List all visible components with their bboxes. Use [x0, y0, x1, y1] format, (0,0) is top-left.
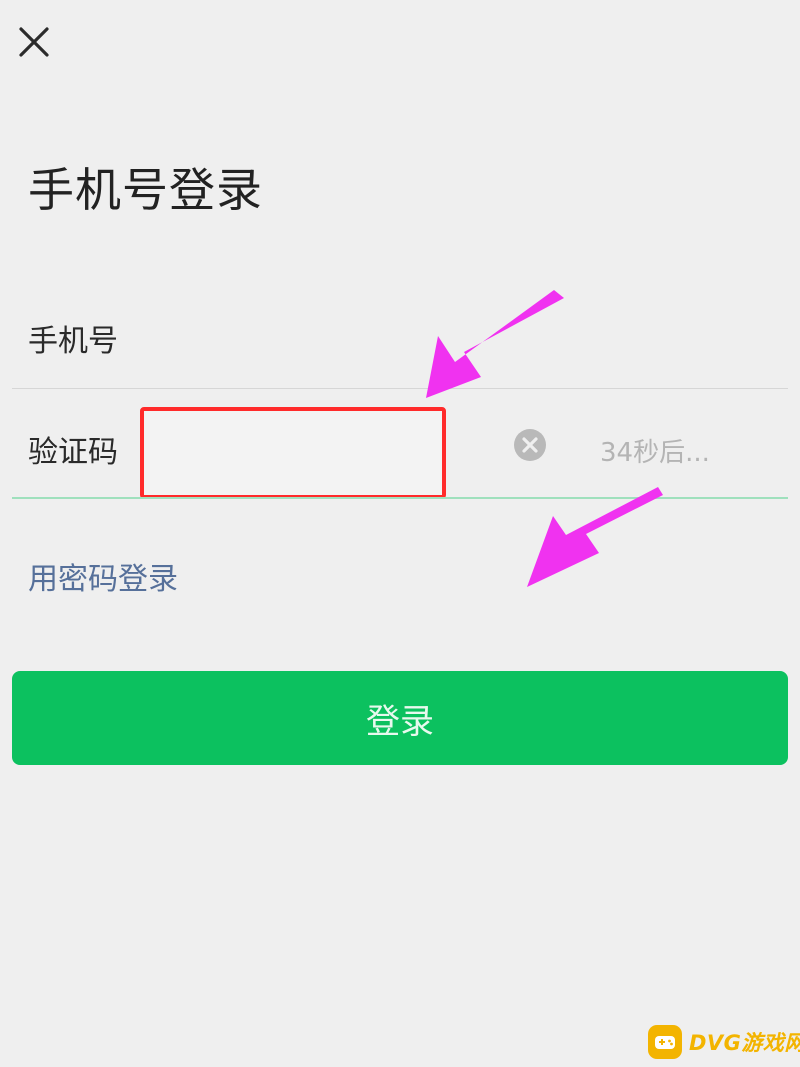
phone-label: 手机号 — [28, 324, 118, 359]
watermark-text: DVG游戏网 — [689, 1031, 800, 1055]
page-title: 手机号登录 — [28, 163, 263, 217]
clear-circle-icon — [514, 429, 546, 461]
verification-code-input[interactable] — [140, 407, 446, 499]
password-login-link[interactable]: 用密码登录 — [28, 554, 178, 598]
login-button[interactable]: 登录 — [12, 671, 788, 765]
annotation-arrow-2 — [527, 487, 663, 587]
phone-divider — [12, 388, 788, 389]
watermark: DVG游戏网 — [648, 1022, 800, 1062]
login-screen: 手机号登录 手机号 验证码 34秒后... 用密码登录 登录 DVG游戏网 — [0, 0, 800, 1067]
phone-input[interactable] — [160, 300, 784, 382]
code-label: 验证码 — [28, 435, 118, 470]
resend-countdown: 34秒后... — [600, 438, 710, 468]
gamepad-icon — [648, 1025, 682, 1059]
clear-button[interactable] — [512, 427, 548, 463]
code-divider-active — [12, 497, 788, 499]
close-icon — [19, 27, 49, 57]
close-button[interactable] — [14, 22, 54, 62]
